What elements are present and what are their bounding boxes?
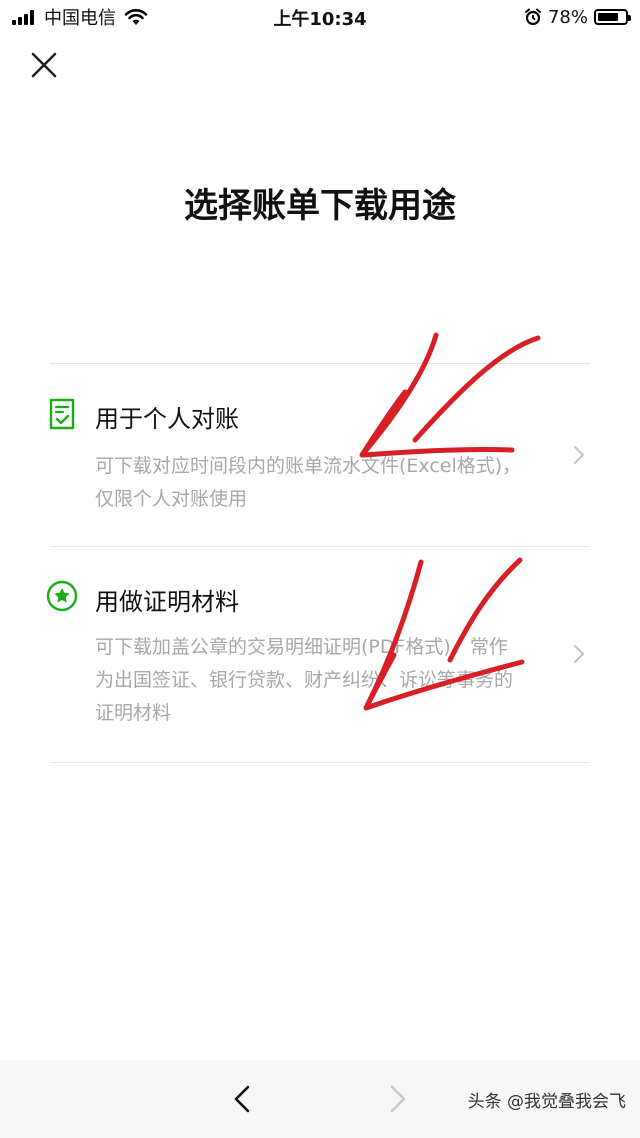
chevron-left-icon[interactable] bbox=[226, 1082, 258, 1116]
divider-bottom bbox=[50, 762, 590, 763]
star-badge-icon bbox=[46, 580, 78, 612]
page-title: 选择账单下载用途 bbox=[184, 186, 456, 226]
option-title: 用于个人对账 bbox=[95, 405, 239, 433]
option-description: 可下载加盖公章的交易明细证明(PDF格式)，常作为出国签证、银行贷款、财产纠纷、… bbox=[95, 636, 514, 724]
chevron-right-icon bbox=[573, 644, 585, 664]
bottom-nav-bar: 头条 @我觉叠我会飞 bbox=[0, 1060, 640, 1138]
alarm-clock-icon bbox=[524, 8, 541, 26]
watermark: 头条 @我觉叠我会飞 bbox=[467, 1092, 626, 1112]
battery-icon bbox=[594, 9, 631, 25]
chevron-right-icon bbox=[390, 1085, 406, 1113]
close-icon[interactable] bbox=[24, 45, 64, 85]
status-right: 78% bbox=[524, 5, 631, 29]
battery-fill bbox=[598, 13, 618, 21]
option-proof-material[interactable]: 用做证明材料 可下载加盖公章的交易明细证明(PDF格式)，常作为出国签证、银行贷… bbox=[46, 547, 590, 762]
option-description: 可下载对应时间段内的账单流水文件(Excel格式)，仅限个人对账使用 bbox=[95, 455, 522, 510]
battery-percentage: 78% bbox=[547, 6, 588, 28]
document-check-icon bbox=[49, 398, 75, 430]
option-personal-reconciliation[interactable]: 用于个人对账 可下载对应时间段内的账单流水文件(Excel格式)，仅限个人对账使… bbox=[49, 364, 590, 546]
chevron-right-icon bbox=[573, 445, 585, 465]
option-title: 用做证明材料 bbox=[95, 588, 239, 616]
status-bar: 中国电信 上午10:34 78% bbox=[0, 0, 640, 34]
